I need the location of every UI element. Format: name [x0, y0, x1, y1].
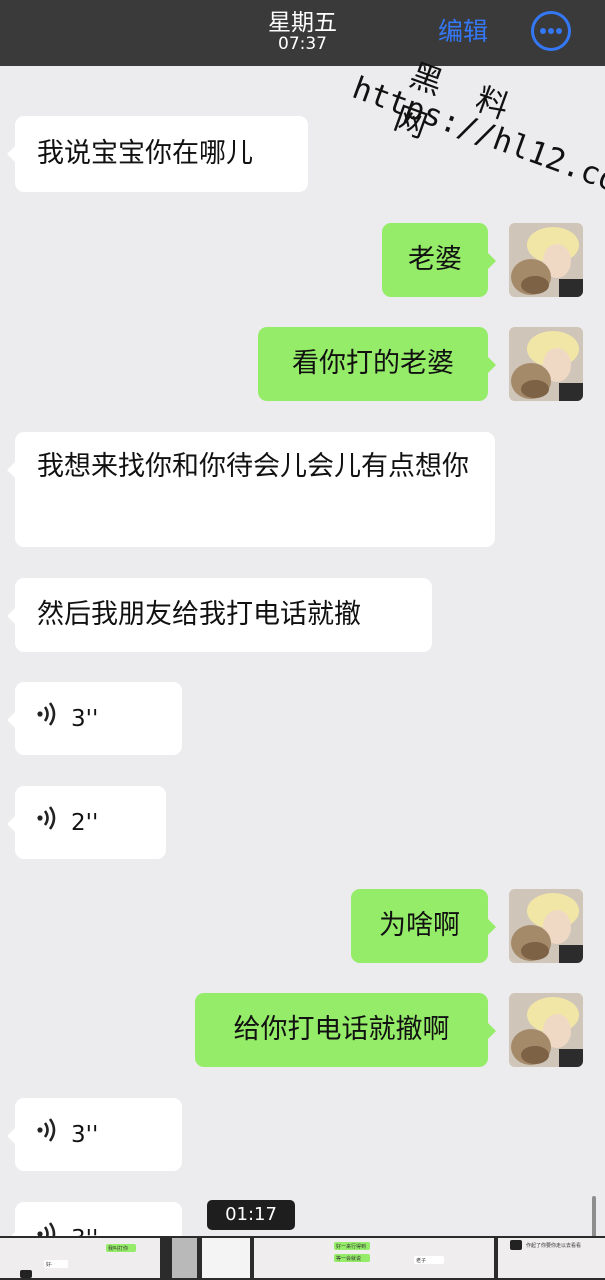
timeline-frame-text: 好一来行得到	[336, 1244, 367, 1250]
voice-wave-icon	[37, 802, 57, 844]
message-text: 我想来找你和你待会儿会儿有点想你	[37, 451, 469, 482]
timeline-frame-text: 老子	[416, 1258, 427, 1264]
voice-wave-icon	[37, 1114, 57, 1156]
message-bubble-incoming[interactable]: 我说宝宝你在哪儿	[7, 116, 308, 192]
timeline-frame[interactable]	[202, 1238, 250, 1278]
message-text: 然后我朋友给我打电话就撤	[37, 599, 361, 630]
timeline-frame[interactable]: 好一来行得到 等一会就说 老子	[254, 1238, 494, 1278]
timeline-frame-text: 我叫打你	[108, 1246, 129, 1252]
message-text: 为啥啊	[379, 910, 460, 941]
scrollbar-thumb[interactable]	[592, 1196, 596, 1240]
chat-day-label: 星期五	[268, 10, 337, 36]
message-bubble-outgoing[interactable]: 看你打的老婆	[258, 327, 496, 401]
avatar[interactable]	[509, 223, 583, 297]
message-text: 看你打的老婆	[292, 348, 454, 379]
video-timeline[interactable]: 我叫打你 好· 好一来行得到 等一会就说 老子 作起了你要你走以去看看	[0, 1236, 605, 1280]
message-bubble-incoming[interactable]: 我想来找你和你待会儿会儿有点想你	[7, 432, 495, 547]
timeline-frame-text: 等一会就说	[336, 1256, 362, 1262]
watermark: 黑 料 网 https://hl12.co	[348, 40, 605, 200]
timeline-frame-text: 好·	[46, 1262, 53, 1268]
timeline-frame[interactable]: 作起了你要你走以去看看	[498, 1238, 605, 1278]
voice-duration: 3''	[71, 705, 99, 732]
voice-message-incoming[interactable]: 2''	[7, 786, 166, 859]
message-text: 我说宝宝你在哪儿	[37, 138, 253, 169]
voice-duration: 3''	[71, 1121, 99, 1148]
voice-wave-icon	[37, 698, 57, 740]
avatar[interactable]	[509, 993, 583, 1067]
message-bubble-incoming[interactable]: 然后我朋友给我打电话就撤	[7, 578, 432, 652]
voice-duration: 2''	[71, 809, 99, 836]
avatar[interactable]	[509, 889, 583, 963]
message-bubble-outgoing[interactable]: 老婆	[382, 223, 496, 297]
message-bubble-outgoing[interactable]: 给你打电话就撤啊	[195, 993, 496, 1067]
message-text: 给你打电话就撤啊	[233, 1014, 450, 1045]
chat-area[interactable]: 我说宝宝你在哪儿 老婆 看你打的老婆 我想来找你和你待会儿会儿有点想你 然后我朋…	[0, 66, 605, 1275]
message-bubble-outgoing[interactable]: 为啥啊	[351, 889, 496, 963]
message-text: 老婆	[408, 244, 462, 275]
timeline-frame[interactable]: 我叫打你 好·	[0, 1238, 160, 1278]
timeline-frame[interactable]	[172, 1238, 197, 1278]
playback-timestamp: 01:17	[207, 1200, 295, 1230]
timeline-frame-text: 作起了你要你走以去看看	[526, 1243, 582, 1249]
voice-message-incoming[interactable]: 3''	[7, 1098, 182, 1171]
avatar[interactable]	[509, 327, 583, 401]
voice-message-incoming[interactable]: 3''	[7, 682, 182, 755]
